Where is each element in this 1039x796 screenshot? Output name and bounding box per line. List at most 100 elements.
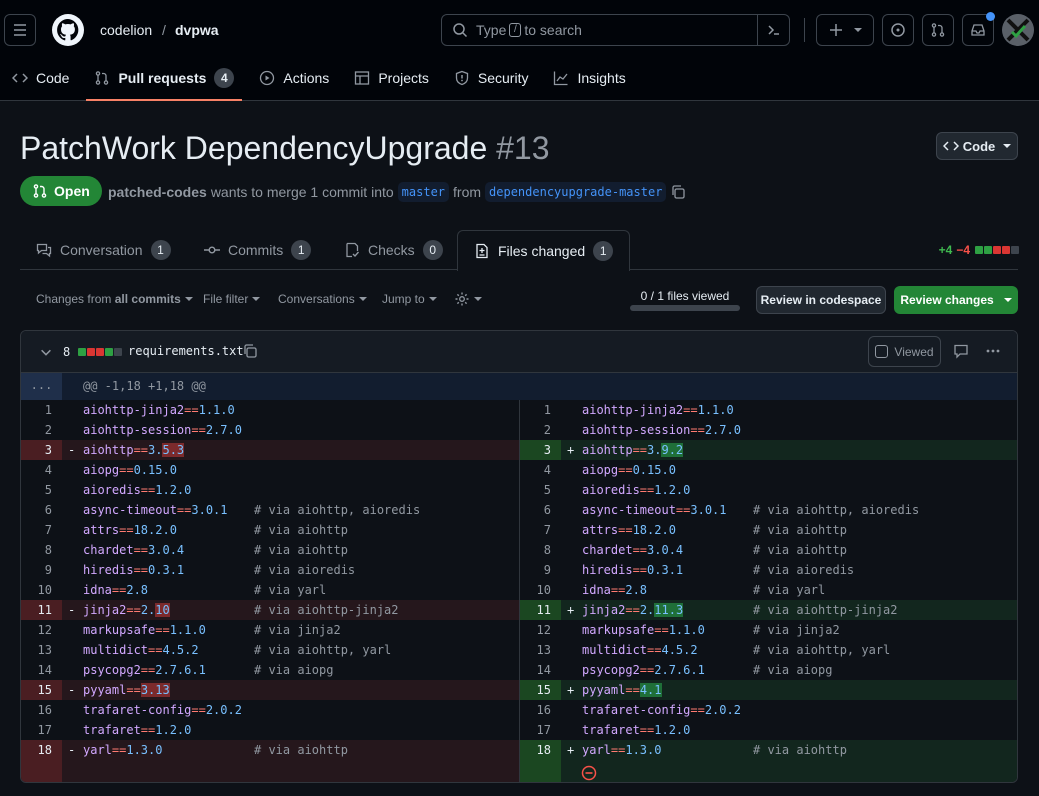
line-number[interactable]: 17 <box>21 720 62 740</box>
version: 2. <box>140 603 156 617</box>
line-number[interactable]: 13 <box>520 640 561 660</box>
nav-code[interactable]: Code <box>0 60 77 96</box>
checklist-icon <box>346 242 360 258</box>
search-input[interactable]: Type / to search <box>441 14 790 46</box>
notifications-button[interactable] <box>962 12 995 46</box>
line-number[interactable]: 13 <box>21 640 62 660</box>
diff-line: 15 + pyyaml==4.1 <box>520 680 1017 700</box>
package-name: markupsafe <box>582 623 655 637</box>
search-icon <box>453 23 468 38</box>
tab-files-changed[interactable]: Files changed 1 <box>457 230 631 271</box>
diff-line: 4 aiopg==0.15.0 <box>520 460 1017 480</box>
head-branch[interactable]: dependencyupgrade-master <box>485 182 667 202</box>
code-button[interactable]: Code <box>936 132 1018 160</box>
nav-pull-requests[interactable]: Pull requests 4 <box>86 60 243 101</box>
version-operator: == <box>148 643 163 657</box>
line-comment: # via aiohttp <box>254 543 348 557</box>
line-number[interactable]: 18 <box>21 740 62 760</box>
comment-icon[interactable] <box>953 343 969 359</box>
line-number[interactable]: 10 <box>520 580 561 600</box>
line-comment: # via jinja2 <box>254 623 341 637</box>
line-number[interactable]: 2 <box>21 420 62 440</box>
file-name-link[interactable]: requirements.txt <box>128 344 244 358</box>
line-number[interactable]: 18 <box>520 740 561 760</box>
github-logo-icon[interactable] <box>52 14 84 46</box>
line-number[interactable]: 9 <box>520 560 561 580</box>
line-number[interactable]: 6 <box>520 500 561 520</box>
line-number[interactable]: 11 <box>21 600 62 620</box>
line-number[interactable]: 11 <box>520 600 561 620</box>
line-number[interactable]: 16 <box>520 700 561 720</box>
line-number[interactable]: 12 <box>520 620 561 640</box>
viewed-checkbox[interactable] <box>875 345 889 358</box>
create-new-button[interactable] <box>816 14 874 46</box>
terminal-icon <box>767 25 779 35</box>
issues-button[interactable] <box>882 14 914 46</box>
menu-button[interactable] <box>4 14 36 46</box>
version: 3. <box>647 443 662 457</box>
command-palette-button[interactable] <box>757 15 789 45</box>
copy-icon[interactable] <box>670 184 686 200</box>
repo-name-link[interactable]: dvpwa <box>175 22 219 38</box>
diff-settings-menu[interactable] <box>454 291 482 307</box>
line-number[interactable]: 2 <box>520 420 561 440</box>
line-number[interactable]: 5 <box>21 480 62 500</box>
repo-owner-link[interactable]: codelion <box>100 22 152 38</box>
pull-requests-button[interactable] <box>922 14 954 46</box>
nav-actions[interactable]: Actions <box>251 60 337 96</box>
diffstat-block <box>984 246 992 254</box>
nav-projects[interactable]: Projects <box>346 60 437 96</box>
line-number[interactable]: 8 <box>21 540 62 560</box>
kebab-horizontal-icon[interactable] <box>985 343 1001 359</box>
chevron-down-icon <box>428 297 437 301</box>
viewed-toggle[interactable]: Viewed <box>868 336 941 367</box>
review-changes-button[interactable]: Review changes <box>894 286 1018 314</box>
version: 3.0.1 <box>191 503 228 517</box>
expand-button[interactable]: ... <box>21 373 62 400</box>
line-number[interactable]: 1 <box>520 400 561 420</box>
line-number[interactable]: 10 <box>21 580 62 600</box>
version: 18.2.0 <box>133 523 177 537</box>
line-code: psycopg2==2.7.6.1 <box>582 660 705 680</box>
base-branch[interactable]: master <box>397 182 450 202</box>
package-name: jinja2 <box>83 603 127 617</box>
tab-commits[interactable]: Commits 1 <box>204 230 312 270</box>
file-filter-menu[interactable]: File filter <box>203 292 261 306</box>
review-in-codespace-button[interactable]: Review in codespace <box>756 286 886 314</box>
line-number[interactable]: 16 <box>21 700 62 720</box>
line-number[interactable]: 4 <box>520 460 561 480</box>
line-number[interactable]: 7 <box>520 520 561 540</box>
tab-checks[interactable]: Checks 0 <box>344 230 443 270</box>
line-code: jinja2==2.11.3 <box>582 600 684 620</box>
copy-icon[interactable] <box>242 343 258 359</box>
line-number[interactable]: 15 <box>520 680 561 700</box>
diff-line: 2 aiohttp-session==2.7.0 <box>21 420 519 440</box>
line-number[interactable]: 3 <box>520 440 561 460</box>
pr-author-link[interactable]: patched-codes <box>108 184 207 200</box>
line-number[interactable]: 7 <box>21 520 62 540</box>
diff-line: 11- jinja2==2.10 # via aiohttp-jinja2 <box>21 600 519 620</box>
line-number[interactable]: 15 <box>21 680 62 700</box>
nav-insights[interactable]: Insights <box>545 60 633 96</box>
line-number[interactable]: 17 <box>520 720 561 740</box>
line-number[interactable]: 12 <box>21 620 62 640</box>
diff-line: 17 trafaret==1.2.0 <box>520 720 1017 740</box>
avatar[interactable] <box>1002 14 1034 46</box>
changes-from-menu[interactable]: Changes from all commits <box>36 292 193 306</box>
line-number[interactable]: 5 <box>520 480 561 500</box>
line-number[interactable]: 14 <box>520 660 561 680</box>
line-number[interactable]: 4 <box>21 460 62 480</box>
line-number[interactable]: 14 <box>21 660 62 680</box>
nav-security[interactable]: Security <box>446 60 537 96</box>
line-number[interactable]: 3 <box>21 440 62 460</box>
chevron-down-icon[interactable] <box>39 345 53 359</box>
line-number[interactable]: 1 <box>21 400 62 420</box>
line-number[interactable]: 6 <box>21 500 62 520</box>
package-name: markupsafe <box>83 623 156 637</box>
tab-conversation[interactable]: Conversation 1 <box>36 230 171 270</box>
line-number[interactable]: 8 <box>520 540 561 560</box>
line-number[interactable]: 9 <box>21 560 62 580</box>
jump-to-menu[interactable]: Jump to <box>382 292 437 306</box>
line-comment: # via jinja2 <box>753 623 840 637</box>
conversations-menu[interactable]: Conversations <box>278 292 367 306</box>
